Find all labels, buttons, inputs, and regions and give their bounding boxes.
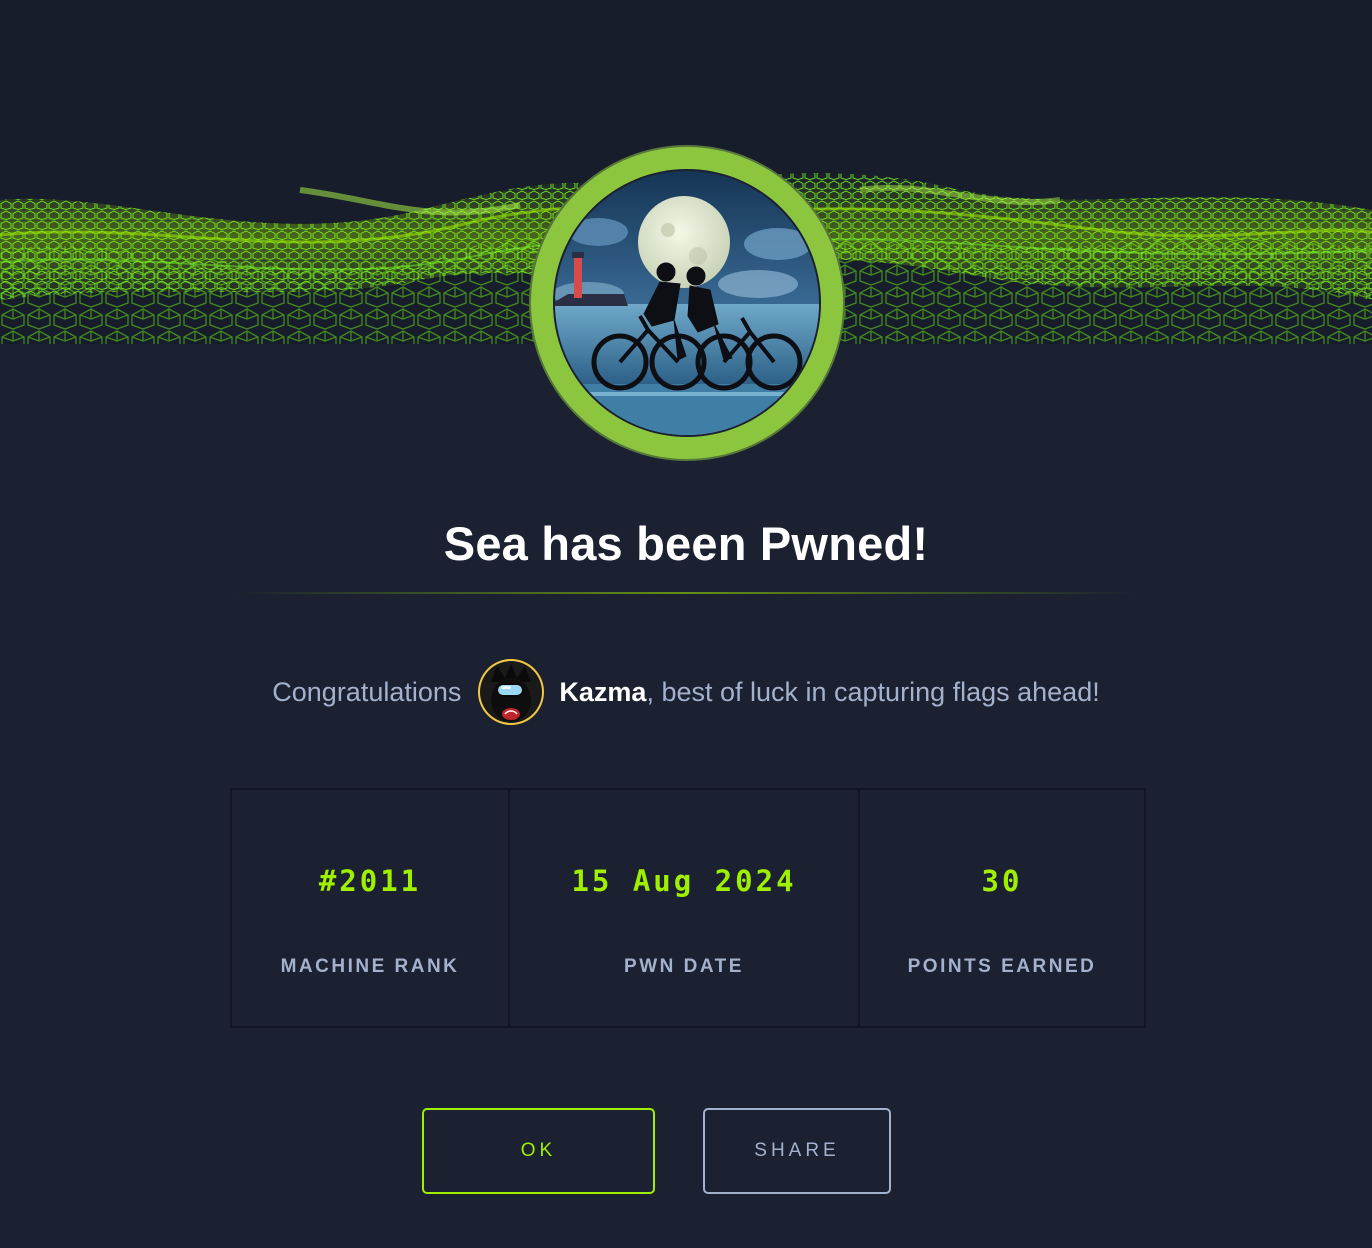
stat-points-earned: 30 POINTS EARNED — [860, 790, 1144, 1026]
machine-badge — [529, 145, 845, 461]
stat-pwn-date: 15 Aug 2024 PWN DATE — [510, 790, 860, 1026]
stats-table: #2011 MACHINE RANK 15 Aug 2024 PWN DATE … — [230, 788, 1146, 1028]
title-divider — [236, 592, 1136, 594]
username[interactable]: Kazma — [559, 677, 646, 708]
stat-value: #2011 — [318, 864, 422, 898]
ok-button[interactable]: OK — [422, 1108, 655, 1194]
congrats-suffix: , best of luck in capturing flags ahead! — [646, 676, 1100, 707]
stat-label: POINTS EARNED — [907, 956, 1097, 977]
stat-label: MACHINE RANK — [280, 956, 460, 977]
stat-machine-rank: #2011 MACHINE RANK — [232, 790, 510, 1026]
user-avatar[interactable] — [477, 658, 545, 726]
share-button[interactable]: SHARE — [703, 1108, 891, 1194]
pwned-modal: Sea has been Pwned! Congratulations Kazm… — [0, 0, 1372, 1248]
stat-label: PWN DATE — [624, 956, 744, 977]
stat-value: 30 — [981, 864, 1023, 898]
congrats-message: Congratulations Kazma , best of luck in … — [0, 656, 1372, 728]
stat-value: 15 Aug 2024 — [571, 864, 797, 898]
page-title: Sea has been Pwned! — [443, 517, 929, 570]
congrats-prefix: Congratulations — [272, 676, 462, 707]
